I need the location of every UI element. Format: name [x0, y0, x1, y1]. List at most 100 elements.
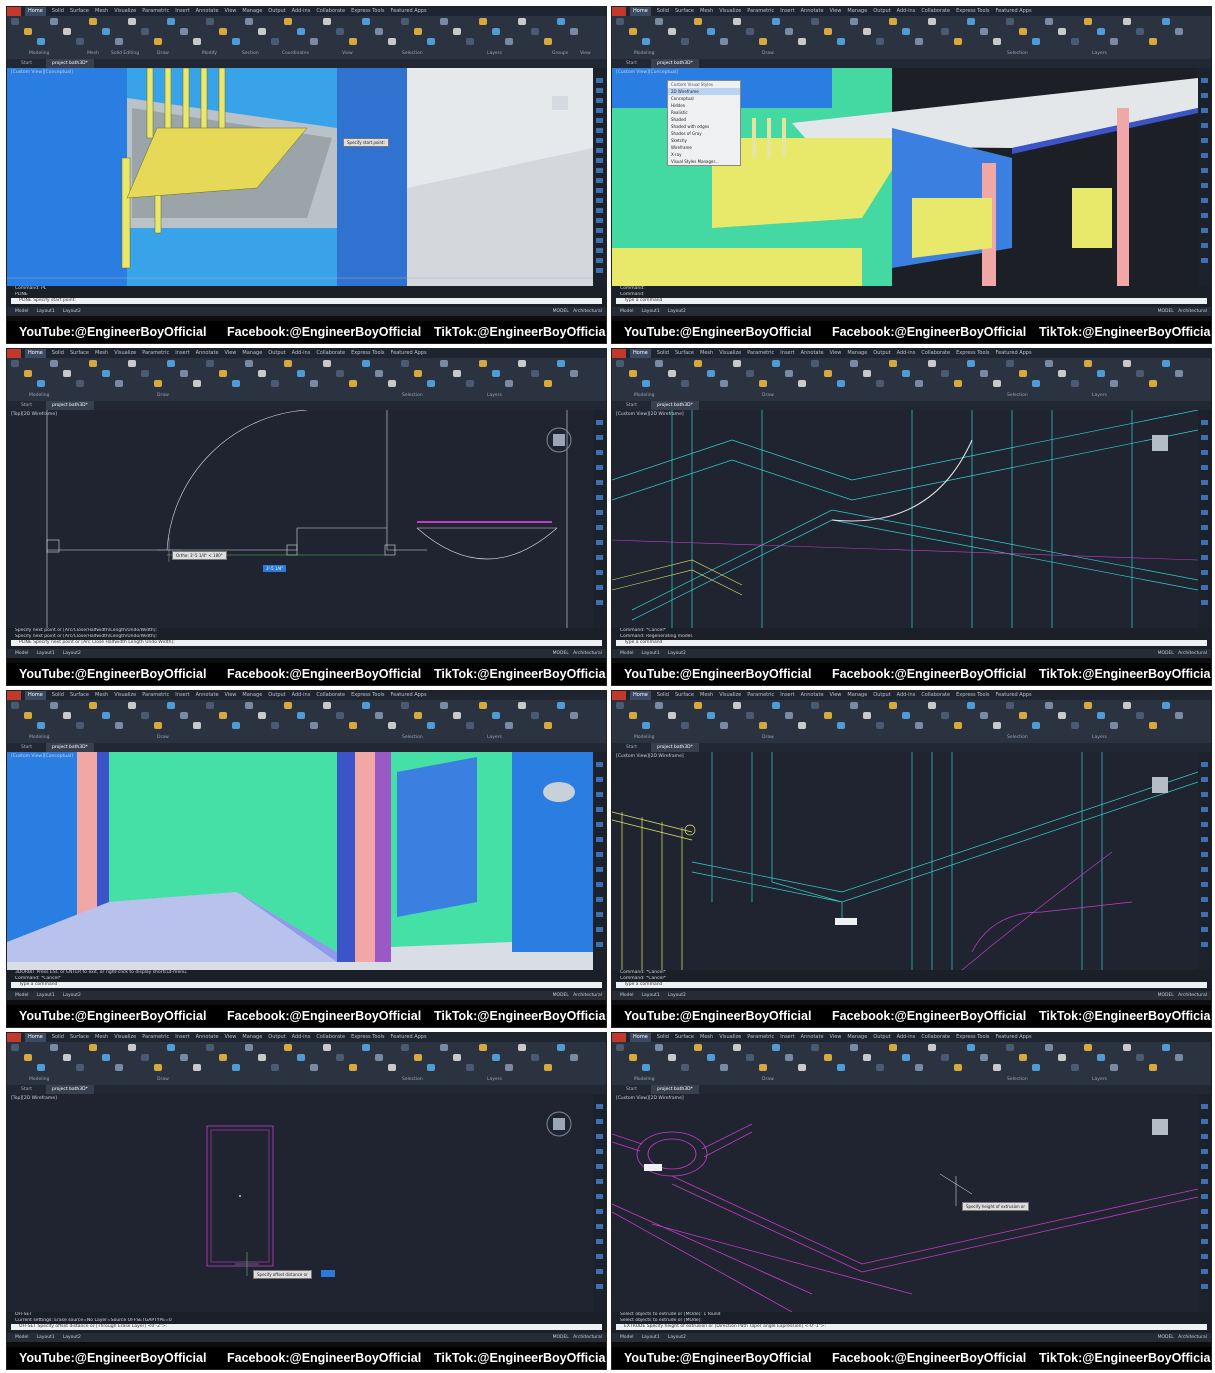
project-tab[interactable]: project bath3D* [46, 59, 94, 68]
ribbon-tool-icon[interactable] [1032, 1064, 1040, 1071]
ribbon-tool-icon[interactable] [141, 1054, 149, 1061]
ribbon-tool-icon[interactable] [837, 380, 845, 387]
ribbon-tool-icon[interactable] [479, 702, 487, 709]
ribbon-tool-icon[interactable] [720, 380, 728, 387]
start-tab[interactable]: Start [15, 59, 38, 68]
ribbon-tool-icon[interactable] [616, 702, 624, 709]
ribbon-tool-icon[interactable] [876, 38, 884, 45]
ribbon-tool-icon[interactable] [681, 38, 689, 45]
ribbon-tool-icon[interactable] [967, 360, 975, 367]
ribbon-tool-icon[interactable] [1032, 722, 1040, 729]
tab-manage[interactable]: Manage [847, 691, 867, 700]
tab-parametric[interactable]: Parametric [142, 349, 169, 358]
dynamic-input-field[interactable]: 3'-5 1/4" [263, 565, 287, 572]
tab-surface[interactable]: Surface [675, 691, 694, 700]
ribbon-tool-icon[interactable] [1162, 360, 1170, 367]
ribbon-tool-icon[interactable] [915, 722, 923, 729]
ribbon-tool-icon[interactable] [63, 28, 71, 35]
ribbon-tool-icon[interactable] [193, 1064, 201, 1071]
ribbon-tool-icon[interactable] [733, 1044, 741, 1051]
ribbon-tool-icon[interactable] [993, 380, 1001, 387]
ribbon-tool-icon[interactable] [915, 1064, 923, 1071]
ribbon-tool-icon[interactable] [128, 1044, 136, 1051]
ribbon-tool-icon[interactable] [1149, 380, 1157, 387]
menu-item-shades-gray[interactable]: Shades of Gray [668, 130, 740, 137]
ribbon-tool-icon[interactable] [518, 1044, 526, 1051]
ribbon-tool-icon[interactable] [928, 702, 936, 709]
ribbon-tool-icon[interactable] [681, 722, 689, 729]
ribbon-tool-icon[interactable] [206, 1044, 214, 1051]
tab-collaborate[interactable]: Collaborate [921, 1033, 950, 1042]
ribbon-tool-icon[interactable] [616, 1044, 624, 1051]
drawing-canvas[interactable] [612, 752, 1198, 970]
ribbon-tool-icon[interactable] [128, 360, 136, 367]
ribbon-tool-icon[interactable] [37, 1064, 45, 1071]
tab-manage[interactable]: Manage [847, 7, 867, 16]
ribbon-tool-icon[interactable] [759, 38, 767, 45]
units-label[interactable]: Architectural [1178, 993, 1207, 998]
ribbon-tool-icon[interactable] [245, 360, 253, 367]
ribbon-tool-icon[interactable] [642, 1064, 650, 1071]
ribbon-tool-icon[interactable] [24, 28, 32, 35]
ribbon-tool-icon[interactable] [76, 722, 84, 729]
project-tab[interactable]: project bath3D* [651, 1085, 699, 1094]
ribbon-tool-icon[interactable] [310, 722, 318, 729]
layout2-tab[interactable]: Layout2 [668, 307, 686, 316]
ribbon-tool-icon[interactable] [375, 712, 383, 719]
units-label[interactable]: Architectural [1178, 1335, 1207, 1340]
tab-home[interactable]: Home [25, 349, 46, 358]
ribbon-tool-icon[interactable] [798, 1064, 806, 1071]
ribbon-tool-icon[interactable] [89, 18, 97, 25]
ribbon-tool-icon[interactable] [466, 1064, 474, 1071]
ribbon-tool-icon[interactable] [1058, 370, 1066, 377]
tab-home[interactable]: Home [630, 349, 651, 358]
ribbon-tool-icon[interactable] [954, 722, 962, 729]
ribbon-tool-icon[interactable] [323, 360, 331, 367]
ribbon-tool-icon[interactable] [388, 722, 396, 729]
ribbon-tool-icon[interactable] [570, 370, 578, 377]
units-label[interactable]: Architectural [573, 993, 602, 998]
ribbon-tool-icon[interactable] [1123, 1044, 1131, 1051]
ribbon-tool-icon[interactable] [980, 1054, 988, 1061]
tab-surface[interactable]: Surface [70, 349, 89, 358]
ribbon-tool-icon[interactable] [798, 380, 806, 387]
tab-parametric[interactable]: Parametric [747, 1033, 774, 1042]
ribbon-tool-icon[interactable] [668, 28, 676, 35]
layout1-tab[interactable]: Layout1 [642, 991, 660, 1000]
ribbon-tool-icon[interactable] [785, 1054, 793, 1061]
ribbon-tool-icon[interactable] [76, 1064, 84, 1071]
ribbon-tool-icon[interactable] [531, 370, 539, 377]
menu-item-manager[interactable]: Visual Styles Manager... [668, 158, 740, 165]
model-tab[interactable]: Model [620, 991, 634, 1000]
model-tab[interactable]: Model [620, 649, 634, 658]
ribbon-tool-icon[interactable] [837, 38, 845, 45]
ribbon-tool-icon[interactable] [850, 360, 858, 367]
ribbon-tool-icon[interactable] [505, 1064, 513, 1071]
tab-featured[interactable]: Featured Apps [996, 691, 1032, 700]
tab-collaborate[interactable]: Collaborate [316, 349, 345, 358]
ribbon-tool-icon[interactable] [193, 722, 201, 729]
ribbon-tool-icon[interactable] [1045, 1044, 1053, 1051]
tab-output[interactable]: Output [873, 1033, 890, 1042]
ribbon-tool-icon[interactable] [427, 722, 435, 729]
start-tab[interactable]: Start [620, 743, 643, 752]
ribbon-tool-icon[interactable] [180, 1054, 188, 1061]
ribbon-tool-icon[interactable] [336, 712, 344, 719]
ribbon-tool-icon[interactable] [63, 712, 71, 719]
ribbon-tool-icon[interactable] [414, 28, 422, 35]
tab-parametric[interactable]: Parametric [142, 7, 169, 16]
ribbon-tool-icon[interactable] [902, 712, 910, 719]
ribbon-tool-icon[interactable] [1110, 380, 1118, 387]
ribbon-tool-icon[interactable] [297, 1054, 305, 1061]
ribbon-tool-icon[interactable] [362, 360, 370, 367]
ribbon-tool-icon[interactable] [928, 360, 936, 367]
model-space-label[interactable]: MODEL [553, 1335, 569, 1340]
tab-express[interactable]: Express Tools [956, 691, 989, 700]
ribbon-tool-icon[interactable] [245, 1044, 253, 1051]
tab-mesh[interactable]: Mesh [95, 1033, 108, 1042]
tab-annotate[interactable]: Annotate [196, 691, 219, 700]
ribbon-tool-icon[interactable] [1097, 370, 1105, 377]
ribbon-tool-icon[interactable] [837, 722, 845, 729]
ribbon-tool-icon[interactable] [362, 702, 370, 709]
ribbon-tool-icon[interactable] [50, 18, 58, 25]
